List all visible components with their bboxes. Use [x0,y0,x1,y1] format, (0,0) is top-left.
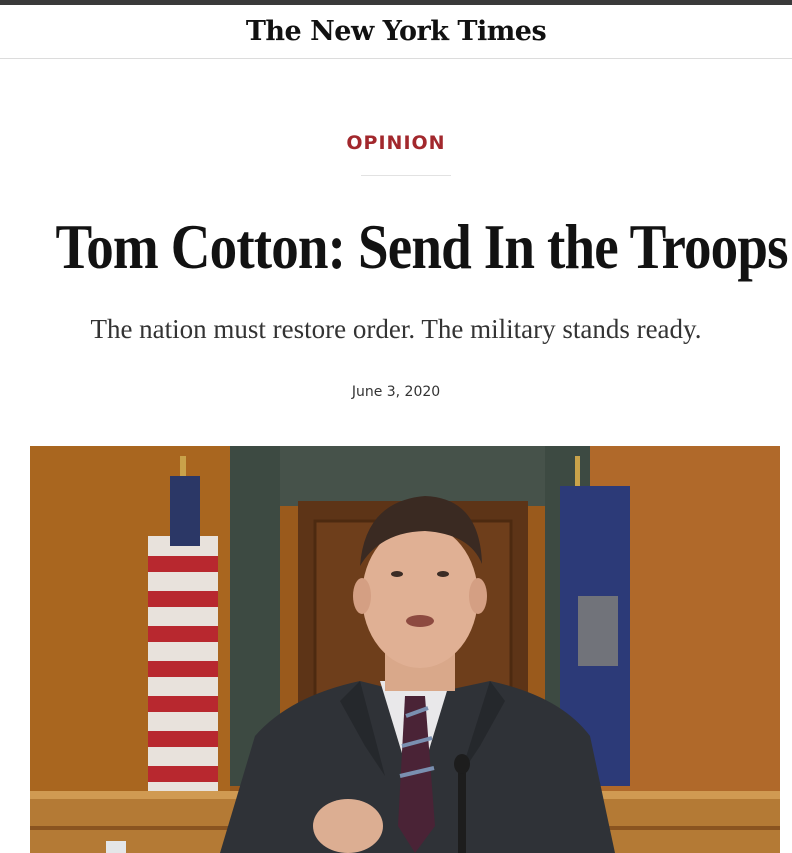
lead-photo [30,446,780,853]
publish-date: June 3, 2020 [351,384,441,400]
lead-photo-illustration [30,446,780,853]
divider [361,175,451,176]
masthead: The New York Times [0,5,792,59]
summary: The nation must restore order. The milit… [90,314,702,344]
section-label[interactable]: OPINION [0,132,792,154]
nyt-logo[interactable]: The New York Times [246,15,547,49]
headline: Tom Cotton: Send In the Troops [55,211,788,282]
